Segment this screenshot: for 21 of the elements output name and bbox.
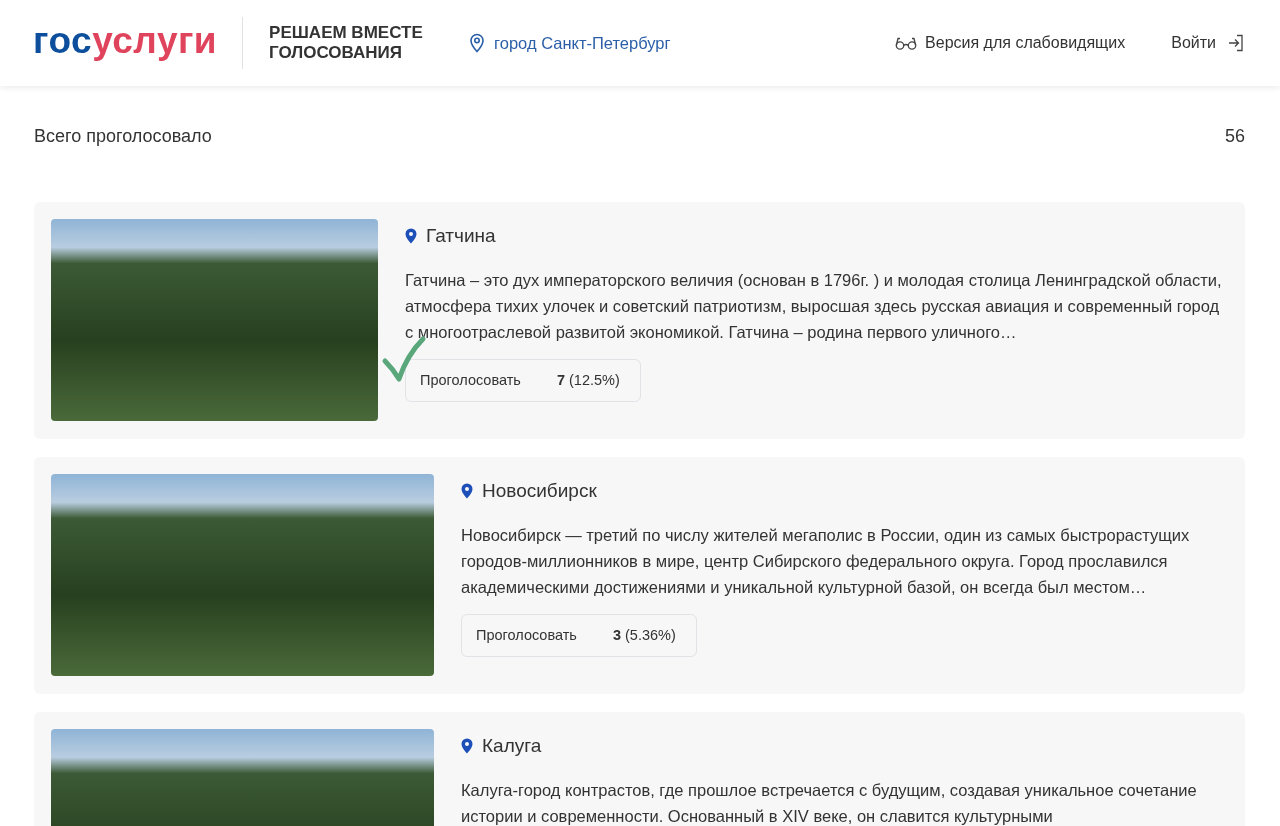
login-link[interactable]: Войти bbox=[1171, 34, 1244, 52]
glasses-icon bbox=[895, 36, 918, 50]
total-votes-label: Всего проголосовало bbox=[34, 126, 212, 147]
city-description: Гатчина – это дух императорского величия (основан в 1796г. ) и молодая столица Ленинградской области, атмосфера тихих улочек и советский патриотизм, выросшая здесь русская авиация и современный город с многоотраслевой развитой экономикой. Гатчина – родина первого уличного… bbox=[405, 270, 1223, 343]
vote-button[interactable]: Проголосовать 7 (12.5%) bbox=[405, 359, 641, 402]
city-link[interactable]: город Санкт-Петербург bbox=[469, 33, 671, 53]
total-votes-count: 56 bbox=[1224, 126, 1245, 147]
accessibility-link[interactable]: Версия для слабовидящих bbox=[895, 34, 1126, 52]
city-name: Калуга bbox=[482, 735, 542, 757]
city-name: Новосибирск bbox=[482, 480, 597, 502]
location-pin-icon bbox=[469, 33, 486, 53]
city-name: Гатчина bbox=[426, 225, 496, 247]
location-pin-icon bbox=[461, 483, 473, 499]
city-description: Новосибирск — третий по числу жителей мегаполис в России, один из самых быстрорастущих городов-миллионников в мире, центр Сибирского федерального округа. Город прославился академическими достижениями и уникальной культурной базой, он всегда был местом… bbox=[461, 525, 1191, 598]
location-pin-icon bbox=[405, 228, 417, 244]
logo[interactable]: госуслуги bbox=[33, 21, 218, 59]
login-icon bbox=[1228, 34, 1244, 52]
location-pin-icon bbox=[461, 738, 473, 754]
project-title: РЕШАЕМ ВМЕСТЕ ГОЛОСОВАНИЯ bbox=[269, 23, 424, 63]
vote-button[interactable]: Проголосовать 3 (5.36%) bbox=[461, 614, 697, 657]
city-description: Калуга-город контрастов, где прошлое встречается с будущим, создавая уникальное сочетание истории и современности. Основанный в XIV веке, он славится культурными bbox=[461, 780, 1198, 826]
